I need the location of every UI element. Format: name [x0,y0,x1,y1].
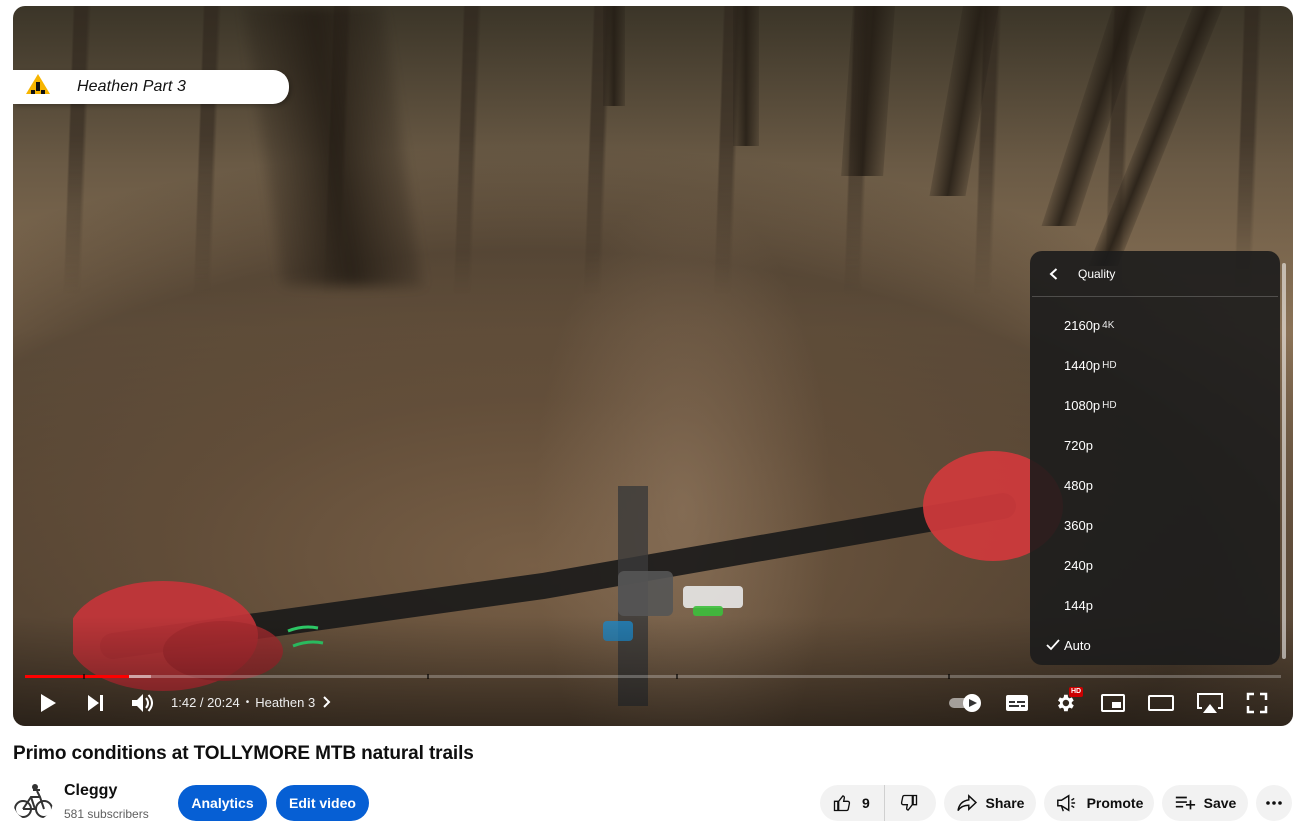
share-label: Share [985,795,1025,811]
quality-option-label: 240p [1064,557,1093,573]
quality-menu: Quality 2160p 4K 1440p HD 1080p HD 720p 480p 360… [1030,251,1286,665]
play-button[interactable] [33,688,63,718]
checkmark-icon [1030,385,1064,425]
subtitles-icon [1006,695,1028,711]
thumbs-up-icon [833,795,851,812]
quality-option[interactable]: 240p [1030,545,1270,585]
quality-option-label: 360p [1064,517,1093,533]
channel-avatar[interactable] [13,781,53,821]
checkmark-icon [1030,305,1064,345]
quality-option-label: 1440p [1064,357,1101,373]
quality-option[interactable]: 2160p 4K [1030,305,1270,345]
more-horizontal-icon [1266,801,1282,805]
chapter-marker [675,674,678,679]
quality-option-label: 480p [1064,477,1093,493]
megaphone-icon [1056,794,1075,812]
save-button[interactable]: Save [1162,785,1248,821]
share-icon [956,794,977,812]
checkmark-icon [1030,505,1064,545]
menu-scrollbar[interactable] [1282,263,1286,659]
checkmark-icon [1030,465,1064,505]
quality-menu-header[interactable]: Quality [1032,251,1278,297]
edit-video-button[interactable]: Edit video [276,785,369,821]
time-separator: / [196,694,208,710]
thumbs-down-icon [900,794,917,811]
skip-next-icon [88,695,103,711]
progress-bar[interactable] [25,674,1281,679]
theater-mode-button[interactable] [1145,688,1177,718]
share-button[interactable]: Share [944,785,1036,821]
quality-option[interactable]: 1080p HD [1030,385,1270,425]
chapter-dot: • [245,696,250,708]
checkmark-icon [1030,345,1064,385]
autoplay-toggle[interactable] [947,690,985,716]
fullscreen-icon [1246,692,1268,714]
chapter-button[interactable]: Heathen 3 [255,695,333,710]
chevron-right-icon [323,696,331,708]
more-actions-button[interactable] [1256,785,1292,821]
play-icon [41,694,56,712]
subscriber-count: 581 subscribers [64,807,149,821]
checkmark-icon [1030,625,1064,665]
quality-badge: HD [1102,399,1117,411]
chapter-title: Heathen 3 [255,694,316,710]
tree-trunk [733,6,759,146]
quality-option[interactable]: 480p [1030,465,1270,505]
tree-trunk [603,6,625,106]
subtitles-button[interactable] [1001,688,1033,718]
like-count: 9 [862,795,870,811]
quality-option-label: 720p [1064,437,1093,453]
checkmark-icon [1030,545,1064,585]
quality-menu-title: Quality [1078,266,1116,281]
quality-option[interactable]: 720p [1030,425,1270,465]
next-button[interactable] [81,688,111,718]
promote-label: Promote [1086,795,1144,811]
video-player[interactable]: Heathen Part 3 Quality 2160p 4K 1440p HD 108… [13,6,1293,726]
airplay-button[interactable] [1193,688,1227,718]
quality-option-label: 2160p [1064,317,1101,333]
quality-option-label: 1080p [1064,397,1101,413]
checkmark-icon [1030,585,1064,625]
current-time: 1:42 [171,694,197,710]
quality-option[interactable]: Auto [1030,625,1270,665]
time-display: 1:42 / 20:24 • Heathen 3 [171,692,333,712]
title-card: Heathen Part 3 [13,70,289,104]
save-label: Save [1203,795,1237,811]
trailforks-logo [17,70,59,104]
quality-option[interactable]: 1440p HD [1030,345,1270,385]
theater-icon [1148,695,1174,711]
progress-played [25,675,130,678]
quality-badge: 4K [1102,319,1115,331]
volume-icon [132,694,153,712]
checkmark-icon [1030,425,1064,465]
like-button[interactable]: 9 [820,785,885,821]
settings-button[interactable]: HD [1049,687,1084,719]
airplay-icon [1197,693,1223,713]
chevron-left-icon[interactable] [1032,251,1076,297]
quality-option[interactable]: 360p [1030,505,1270,545]
miniplayer-button[interactable] [1097,688,1129,718]
quality-badge: HD [1102,359,1117,371]
miniplayer-icon [1101,694,1125,712]
like-dislike-group: 9 [820,785,936,821]
duration: 20:24 [207,694,240,710]
dislike-button[interactable] [885,785,919,821]
bike-icon [14,784,53,818]
promote-button[interactable]: Promote [1044,785,1154,821]
video-title: Primo conditions at TOLLYMORE MTB natura… [13,743,474,764]
playlist-add-icon [1175,796,1195,810]
autoplay-icon [949,694,981,712]
chapter-marker [426,674,429,679]
hd-badge: HD [1069,687,1084,697]
chapter-marker [948,674,951,679]
channel-name[interactable]: Cleggy [64,782,117,800]
quality-option-label: 144p [1064,597,1093,613]
chapter-marker [82,674,85,679]
title-card-text: Heathen Part 3 [77,78,187,95]
quality-option[interactable]: 144p [1030,585,1270,625]
quality-option-label: Auto [1064,637,1091,653]
volume-button[interactable] [127,688,157,718]
fullscreen-button[interactable] [1241,688,1273,718]
analytics-button[interactable]: Analytics [178,785,267,821]
